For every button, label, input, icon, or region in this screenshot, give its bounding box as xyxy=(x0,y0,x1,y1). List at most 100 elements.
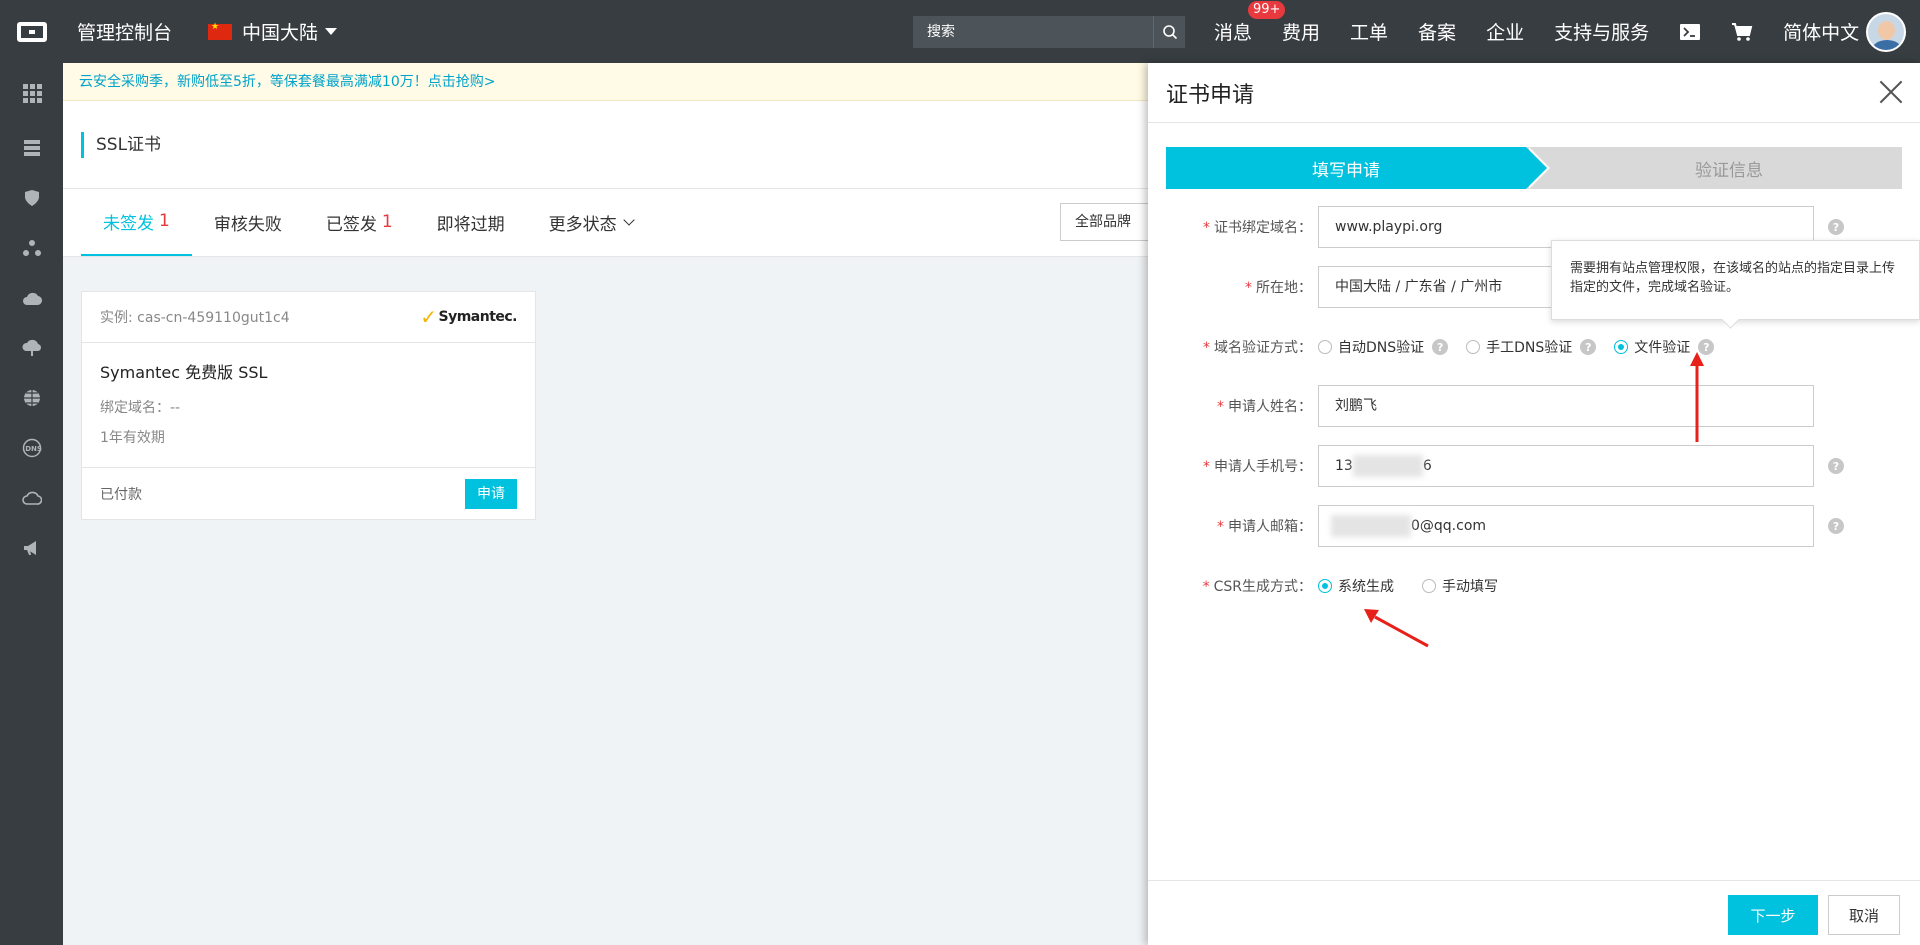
radio-circle xyxy=(1466,340,1481,354)
drawer-footer: 下一步 取消 xyxy=(1148,880,1920,945)
csr-method-label: * CSR生成方式： xyxy=(1202,579,1312,595)
cancel-button[interactable]: 取消 xyxy=(1828,895,1900,935)
location-label: * 所在地： xyxy=(1245,280,1312,296)
tab-expiring[interactable]: 即将过期 xyxy=(415,188,527,256)
tab-count: 1 xyxy=(381,212,393,232)
search-button[interactable] xyxy=(1153,16,1185,48)
applicant-phone-field[interactable]: 13 6 xyxy=(1318,445,1814,487)
security-icon[interactable] xyxy=(0,173,63,223)
apply-button[interactable]: 申请 xyxy=(465,478,517,509)
redacted-blur xyxy=(1352,455,1423,477)
bound-domain: 绑定域名：-- xyxy=(100,400,181,416)
redacted-blur xyxy=(1331,515,1411,537)
payment-status: 已付款 xyxy=(100,486,142,503)
top-bar: 管理控制台 中国大陆 消息 99+ 费用 工单 备案 企业 支持与服务 简体中文 xyxy=(0,0,1920,63)
chevron-down-icon xyxy=(622,213,635,226)
applicant-name-label: * 申请人姓名： xyxy=(1217,399,1312,415)
cloud-monitor-icon[interactable] xyxy=(0,323,63,373)
cart-icon[interactable] xyxy=(1731,22,1753,42)
applicant-phone-label: * 申请人手机号： xyxy=(1203,459,1312,475)
nav-enterprise[interactable]: 企业 xyxy=(1486,18,1524,45)
certificate-apply-drawer: 证书申请 填写申请 验证信息 * 证书绑定域名： www.playpi.org ?… xyxy=(1148,63,1920,945)
cloud-upload-icon[interactable] xyxy=(0,273,63,323)
radio-circle xyxy=(1318,340,1332,354)
drawer-header: 证书申请 xyxy=(1148,63,1920,123)
radio-manual-fill[interactable]: 手动填写 xyxy=(1422,576,1498,596)
radio-system-generate[interactable]: 系统生成 xyxy=(1318,576,1394,596)
page-title: SSL证书 xyxy=(81,131,161,158)
help-icon[interactable]: ? xyxy=(1580,339,1597,355)
help-icon[interactable]: ? xyxy=(1698,339,1715,355)
applicant-email-field[interactable]: 0@qq.com xyxy=(1318,505,1814,547)
speaker-icon[interactable] xyxy=(0,523,63,573)
nav-tickets[interactable]: 工单 xyxy=(1350,18,1388,45)
nav-messages-label: 消息 xyxy=(1214,22,1253,44)
validity-period: 1年有效期 xyxy=(100,430,165,446)
nav-support[interactable]: 支持与服务 xyxy=(1554,18,1649,45)
region-label: 中国大陆 xyxy=(242,22,319,44)
applicant-email-label: * 申请人邮箱： xyxy=(1217,519,1312,535)
tab-label: 审核失败 xyxy=(213,214,282,235)
sidebar: DNS xyxy=(0,63,63,945)
help-icon[interactable]: ? xyxy=(1828,518,1844,534)
language-selector[interactable]: 简体中文 xyxy=(1783,18,1859,45)
search-icon xyxy=(1162,25,1177,40)
region-selector[interactable]: 中国大陆 xyxy=(208,18,338,45)
step-fill-application: 填写申请 xyxy=(1166,147,1550,189)
messages-badge: 99+ xyxy=(1248,1,1286,19)
domain-label: * 证书绑定域名： xyxy=(1203,220,1312,236)
product-name: Symantec 免费版 SSL xyxy=(100,363,268,382)
step-verify-info: 验证信息 xyxy=(1526,147,1902,189)
tab-count: 1 xyxy=(159,211,170,231)
card-body: Symantec 免费版 SSL 绑定域名：-- 1年有效期 xyxy=(82,343,535,468)
network-icon[interactable] xyxy=(0,223,63,273)
row-verify-method: * 域名验证方式： 自动DNS验证? 手工DNS验证? 文件验证? xyxy=(1148,326,1920,368)
step-indicator: 填写申请 验证信息 xyxy=(1166,147,1902,189)
tab-review-failed[interactable]: 审核失败 xyxy=(192,188,304,256)
symantec-logo: ✓ Symantec. xyxy=(420,305,517,329)
search-input[interactable] xyxy=(913,16,1153,48)
nav-billing[interactable]: 费用 xyxy=(1282,18,1320,45)
verify-method-label: * 域名验证方式： xyxy=(1203,340,1312,356)
console-title[interactable]: 管理控制台 xyxy=(77,18,172,45)
radio-circle-selected xyxy=(1614,340,1629,354)
radio-manual-dns[interactable]: 手工DNS验证? xyxy=(1466,337,1597,357)
help-icon[interactable]: ? xyxy=(1432,339,1449,355)
globe-icon[interactable] xyxy=(0,373,63,423)
applicant-name-field[interactable]: 刘鹏飞 xyxy=(1318,385,1814,427)
main-content: 云安全采购季，新购低至5折，等保套餐最高满减10万！点击抢购> SSL证书 未签… xyxy=(63,63,1160,945)
help-icon[interactable]: ? xyxy=(1828,219,1844,235)
tab-unissued[interactable]: 未签发 1 xyxy=(81,188,192,256)
radio-file-verify[interactable]: 文件验证? xyxy=(1614,337,1715,357)
dns-icon[interactable]: DNS xyxy=(0,423,63,473)
cloud-service-icon[interactable] xyxy=(0,473,63,523)
promo-banner[interactable]: 云安全采购季，新购低至5折，等保套餐最高满减10万！点击抢购> xyxy=(63,63,1148,101)
china-flag-icon xyxy=(208,22,233,40)
card-header: 实例: cas-cn-459110gut1c4 ✓ Symantec. xyxy=(82,292,535,343)
brand-name: Symantec. xyxy=(438,309,517,325)
radio-auto-dns[interactable]: 自动DNS验证? xyxy=(1318,337,1449,357)
row-applicant-phone: * 申请人手机号： 13 6 ? xyxy=(1148,445,1920,487)
help-icon[interactable]: ? xyxy=(1828,458,1844,474)
tab-label: 即将过期 xyxy=(436,214,505,235)
server-icon[interactable] xyxy=(0,123,63,173)
tab-issued[interactable]: 已签发 1 xyxy=(304,188,415,256)
csr-method-radios: 系统生成 手动填写 xyxy=(1318,576,1516,596)
tab-more-status[interactable]: 更多状态 xyxy=(527,188,655,256)
tab-label: 未签发 xyxy=(103,213,154,234)
checkmark-icon: ✓ xyxy=(420,305,437,329)
verify-method-radios: 自动DNS验证? 手工DNS验证? 文件验证? xyxy=(1318,337,1732,357)
radio-circle-selected xyxy=(1318,579,1332,593)
nav-icp[interactable]: 备案 xyxy=(1418,18,1456,45)
certificate-card: 实例: cas-cn-459110gut1c4 ✓ Symantec. Syman… xyxy=(81,291,536,520)
nav-messages[interactable]: 消息 99+ xyxy=(1214,1,1286,45)
aliyun-logo-icon[interactable] xyxy=(0,0,63,63)
terminal-icon[interactable] xyxy=(1679,23,1701,41)
next-step-button[interactable]: 下一步 xyxy=(1728,895,1818,935)
tab-label: 已签发 xyxy=(325,214,377,235)
grid-menu-icon[interactable] xyxy=(0,63,63,123)
close-icon[interactable] xyxy=(1878,79,1904,105)
svg-text:DNS: DNS xyxy=(25,445,42,453)
brand-filter[interactable]: 全部品牌 xyxy=(1060,203,1160,241)
user-avatar[interactable] xyxy=(1866,12,1906,52)
